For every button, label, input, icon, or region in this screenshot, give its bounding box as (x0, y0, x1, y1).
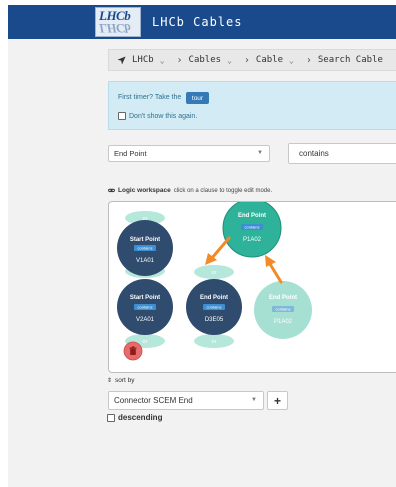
breadcrumb-label[interactable]: Cables (189, 55, 222, 65)
node-value: D3E05 (205, 317, 224, 323)
node-badge: contains (207, 305, 222, 310)
checkbox-box[interactable] (118, 112, 126, 120)
or-label: or (212, 270, 217, 276)
operator-field[interactable]: contains (288, 143, 396, 164)
app-header: LHCb LHCb LHCb Cables (8, 5, 396, 39)
clause-node-start-point-v1a01[interactable]: Start Point contains V1A01 (117, 220, 173, 276)
node-value: V1A01 (136, 258, 155, 264)
sort-icon: ⇕ (107, 378, 113, 384)
descending-label: descending (118, 413, 163, 422)
tour-button[interactable]: tour (186, 92, 209, 104)
sort-by-heading: ⇕ sort by (107, 377, 135, 384)
drag-arrow-icon (205, 236, 231, 265)
clause-node-end-point-p1a02-selected[interactable]: End Point contains P1A02 (222, 202, 282, 258)
tour-prompt-text: First timer? Take the (118, 94, 182, 101)
breadcrumb-label[interactable]: Cable (256, 55, 283, 65)
clause-node-start-point-v2a01[interactable]: Start Point contains V2A01 (117, 279, 173, 335)
node-title: Start Point (130, 295, 160, 301)
node-title: Start Point (130, 237, 160, 243)
breadcrumb-item-search-cable: Search Cable (318, 55, 383, 65)
link-icon (108, 188, 115, 193)
app-title[interactable]: LHCb Cables (152, 15, 242, 29)
breadcrumb-item-cable[interactable]: Cable ⌄ (256, 55, 300, 65)
or-connector[interactable]: or (194, 334, 234, 348)
node-badge: contains (276, 307, 291, 312)
dropdown-caret-icon: ▼ (257, 150, 263, 156)
or-label: or (143, 339, 148, 345)
node-value: P1A02 (274, 319, 293, 325)
chevron-down-icon[interactable]: ⌄ (289, 56, 294, 65)
breadcrumb-item-cables[interactable]: Cables ⌄ (189, 55, 238, 65)
chevron-down-icon[interactable]: ⌄ (227, 56, 232, 65)
node-badge: contains (245, 225, 260, 230)
logic-workspace-title: Logic workspace (118, 187, 171, 194)
logic-workspace-hint: click on a clause to toggle edit mode. (173, 187, 273, 194)
logic-graph: or or or or or (117, 202, 312, 361)
field-select[interactable]: End Point ▼ (108, 145, 270, 162)
add-sort-button[interactable]: + (267, 391, 288, 410)
logo-text-reflection: LHCb (99, 21, 131, 36)
breadcrumb-separator-icon: › (176, 54, 183, 66)
field-select-value: End Point (114, 149, 147, 158)
clause-node-end-point-d3e05[interactable]: End Point contains D3E05 (186, 279, 242, 335)
navigation-arrow-icon (117, 55, 126, 65)
main-content: LHCb ⌄ › Cables ⌄ › Cable ⌄ › Search Cable … (8, 39, 396, 487)
node-value: V2A01 (136, 317, 155, 323)
dont-show-label: Don't show this again. (129, 112, 198, 120)
logic-workspace-heading: Logic workspace click on a clause to tog… (108, 187, 272, 194)
operator-field-value: contains (299, 149, 329, 158)
trash-icon (129, 346, 137, 355)
logic-workspace-canvas[interactable]: or or or or or (108, 201, 396, 373)
node-title: End Point (200, 295, 228, 301)
breadcrumb-separator-icon: › (305, 54, 312, 66)
node-value: P1A02 (243, 237, 262, 243)
plus-icon: + (273, 393, 281, 408)
drag-arrow-icon (265, 255, 283, 284)
or-connector[interactable]: or (194, 265, 234, 279)
breadcrumb: LHCb ⌄ › Cables ⌄ › Cable ⌄ › Search Cable (108, 49, 396, 71)
delete-clause-button[interactable] (123, 341, 143, 361)
sort-by-value: Connector SCEM End (114, 396, 193, 405)
lhcb-logo[interactable]: LHCb LHCb (95, 7, 141, 37)
or-label: or (212, 339, 217, 345)
dropdown-caret-icon: ▼ (251, 397, 257, 403)
breadcrumb-label: Search Cable (317, 55, 383, 65)
tour-banner: First timer? Take the tour Don't show th… (108, 81, 396, 130)
node-badge: contains (138, 305, 153, 310)
dont-show-checkbox[interactable]: Don't show this again. (118, 112, 197, 120)
breadcrumb-item-lhcb[interactable]: LHCb ⌄ (132, 55, 171, 65)
breadcrumb-label[interactable]: LHCb (132, 55, 154, 65)
node-badge: contains (138, 246, 153, 251)
descending-checkbox[interactable]: descending (107, 413, 162, 422)
chevron-down-icon[interactable]: ⌄ (160, 56, 165, 65)
node-title: End Point (238, 213, 266, 219)
breadcrumb-separator-icon: › (243, 54, 250, 66)
checkbox-box[interactable] (107, 413, 115, 422)
sort-by-label: sort by (115, 377, 135, 384)
sort-by-select[interactable]: Connector SCEM End ▼ (108, 391, 264, 410)
clause-node-end-point-p1a02-ghost[interactable]: End Point contains P1A02 (254, 281, 312, 339)
node-title: End Point (269, 295, 297, 301)
